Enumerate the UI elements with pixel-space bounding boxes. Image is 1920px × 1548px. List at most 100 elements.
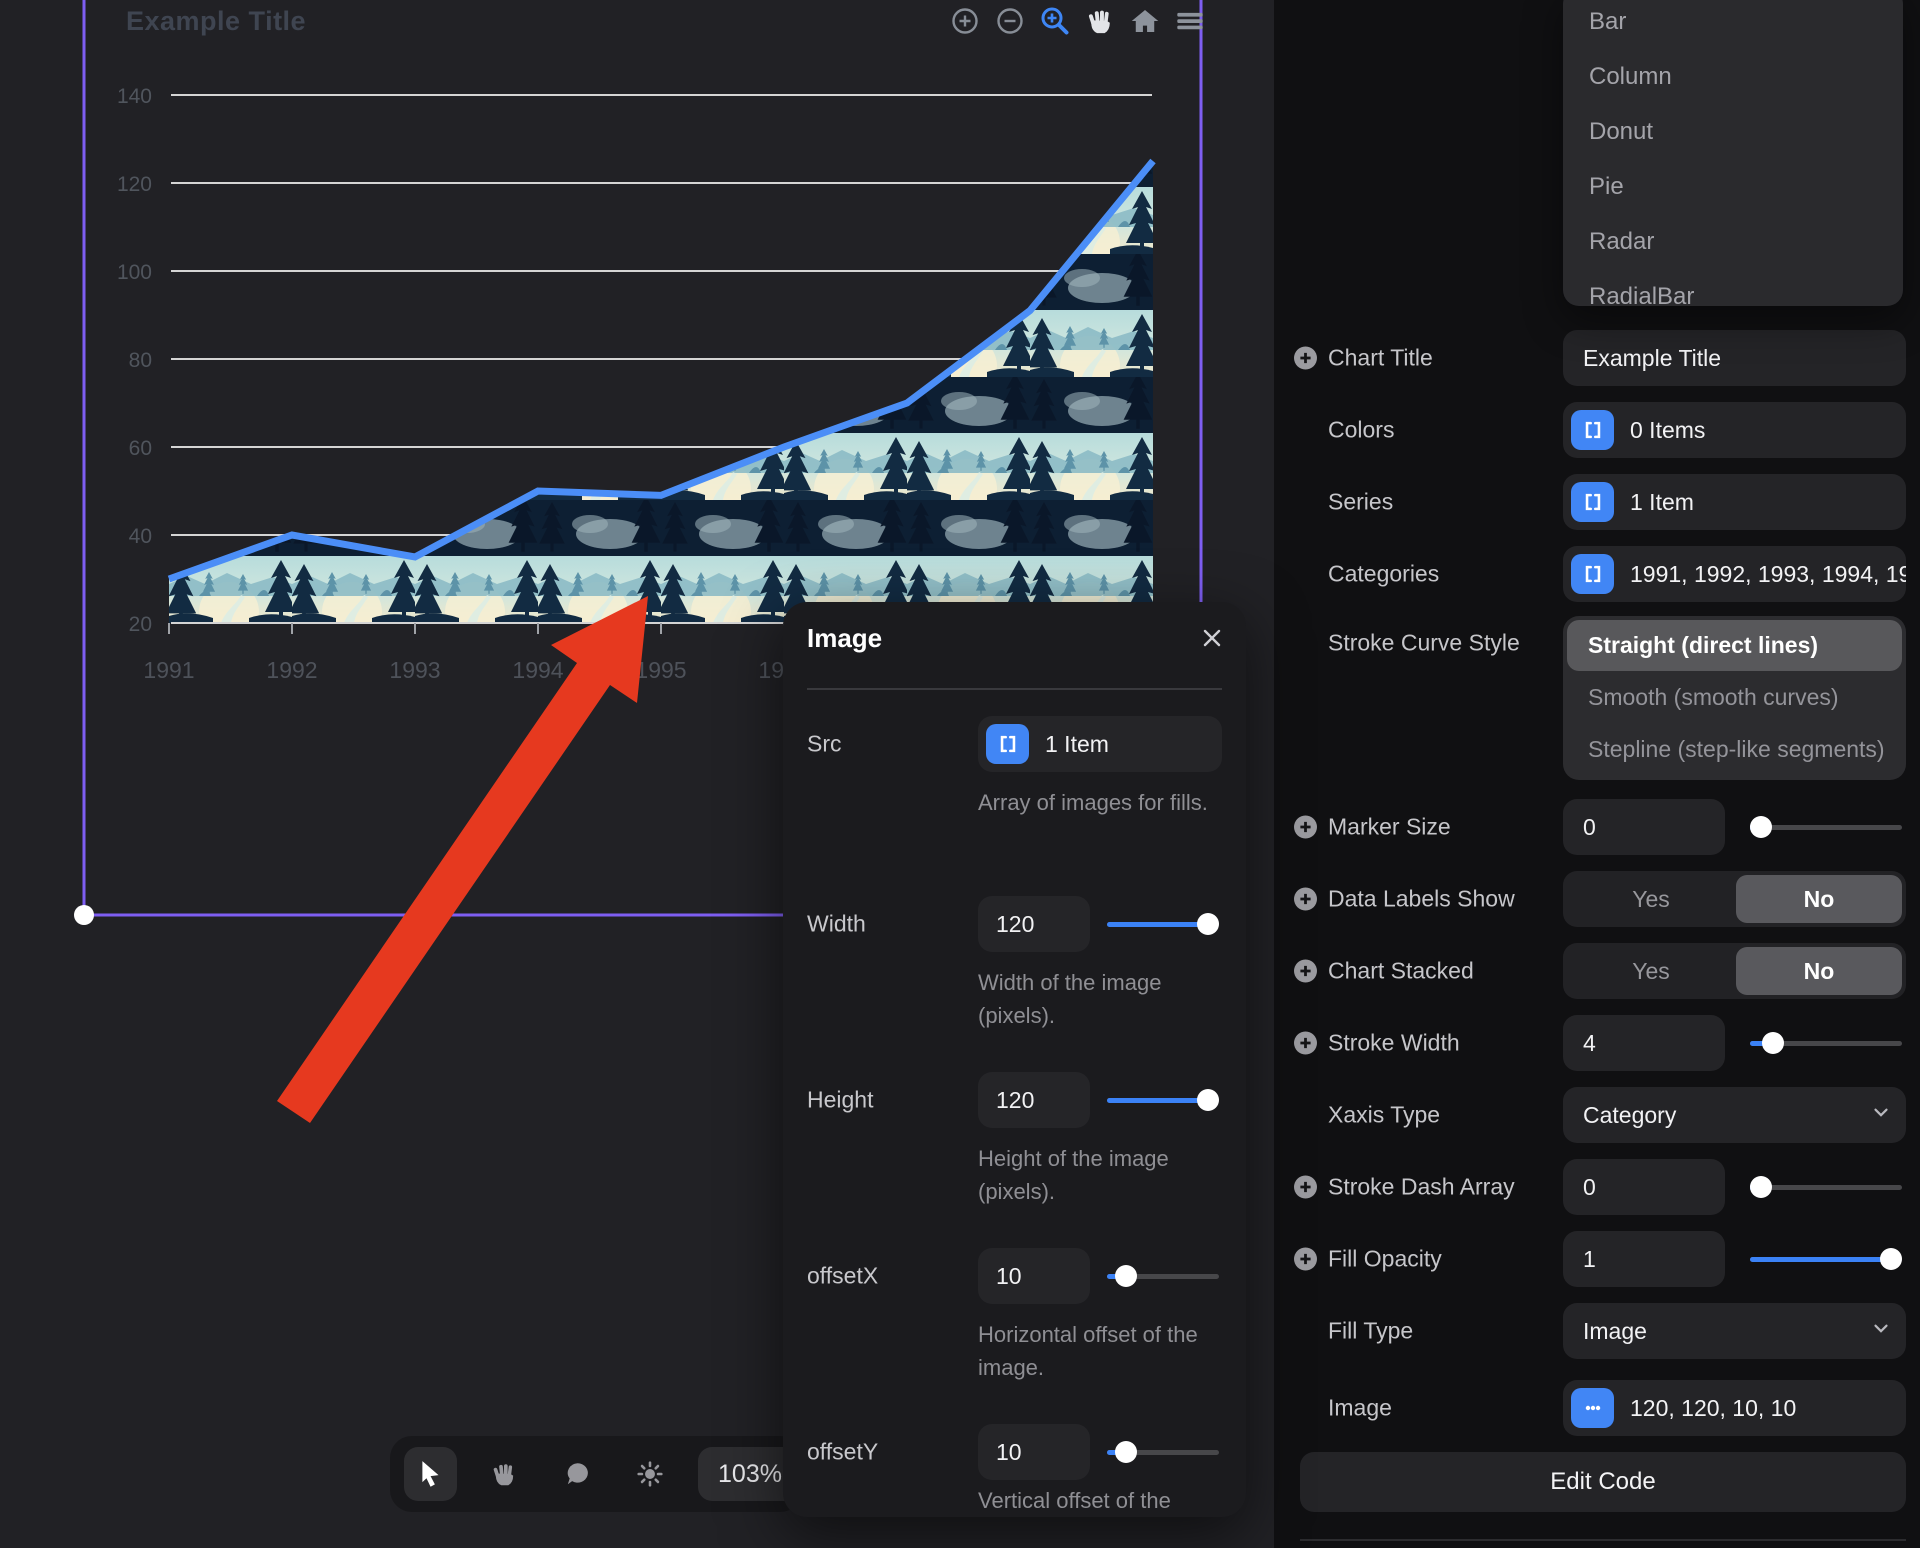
src-label: Src [807, 731, 842, 758]
data-labels-show-toggle: Yes No [1563, 871, 1906, 927]
reset-home-icon[interactable] [1128, 4, 1162, 38]
marker-size-input[interactable]: 0 [1563, 799, 1725, 855]
height-description: Height of the image (pixels). [978, 1142, 1228, 1208]
add-circle-icon[interactable] [1294, 347, 1317, 370]
red-arrow-annotation [277, 596, 648, 1123]
toggle-no-selected[interactable]: No [1736, 947, 1902, 995]
dropdown-item-pie[interactable]: Pie [1563, 159, 1903, 214]
offsety-description: Vertical offset of the [978, 1484, 1228, 1517]
svg-text:60: 60 [129, 437, 152, 460]
curve-option-straight[interactable]: Straight (direct lines) [1567, 620, 1902, 671]
dropdown-item-bar[interactable]: Bar [1563, 0, 1903, 49]
src-array-button[interactable]: 1 Item [978, 716, 1222, 772]
brightness-tool-button[interactable] [623, 1447, 676, 1501]
menu-icon[interactable] [1173, 4, 1207, 38]
dropdown-item-radialbar[interactable]: RadialBar [1563, 269, 1903, 324]
fill-type-value: Image [1583, 1318, 1647, 1345]
image-object-button[interactable]: 120, 120, 10, 10 [1563, 1380, 1906, 1436]
series-area-image-fill [169, 161, 1153, 623]
chart-title-value: Example Title [1563, 345, 1721, 372]
cursor-tool-button[interactable] [404, 1447, 457, 1501]
svg-text:1995: 1995 [635, 657, 686, 683]
fill-opacity-label: Fill Opacity [1328, 1246, 1442, 1273]
data-labels-show-label: Data Labels Show [1328, 886, 1515, 913]
stroke-dash-array-input[interactable]: 0 [1563, 1159, 1725, 1215]
app-stage: 14012010080604020 1991199219931994199519… [0, 0, 1920, 1548]
row-data-labels-show: Data Labels Show Yes No [1274, 871, 1920, 927]
toggle-yes[interactable]: Yes [1563, 943, 1739, 999]
add-circle-icon[interactable] [1294, 1176, 1317, 1199]
ellipsis-icon [1571, 1388, 1614, 1428]
zoom-out-circle-icon[interactable] [993, 4, 1027, 38]
height-input[interactable]: 120 [978, 1072, 1090, 1128]
fill-type-select[interactable]: Image [1563, 1303, 1906, 1359]
selection-zoom-icon[interactable] [1038, 4, 1072, 38]
dropdown-item-radar[interactable]: Radar [1563, 214, 1903, 269]
offsety-slider[interactable] [1107, 1441, 1219, 1463]
series-array-button[interactable]: 1 Item [1563, 474, 1906, 530]
svg-text:120: 120 [117, 173, 152, 196]
colors-array-button[interactable]: 0 Items [1563, 402, 1906, 458]
offsety-label: offsetY [807, 1439, 878, 1466]
width-label: Width [807, 911, 866, 938]
fill-opacity-input[interactable]: 1 [1563, 1231, 1725, 1287]
comment-tool-button[interactable] [550, 1447, 603, 1501]
height-label: Height [807, 1087, 873, 1114]
comment-icon [563, 1460, 591, 1488]
categories-value: 1991, 1992, 1993, 1994, 1995 [1614, 561, 1906, 588]
offsetx-input[interactable]: 10 [978, 1248, 1090, 1304]
categories-array-button[interactable]: 1991, 1992, 1993, 1994, 1995 [1563, 546, 1906, 602]
series-label: Series [1328, 489, 1393, 516]
row-stroke-dash-array: Stroke Dash Array 0 [1274, 1159, 1920, 1215]
modal-title: Image [807, 623, 882, 654]
stroke-curve-style-listbox: Straight (direct lines) Smooth (smooth c… [1563, 616, 1906, 780]
toggle-yes[interactable]: Yes [1563, 871, 1739, 927]
height-slider[interactable] [1107, 1089, 1219, 1111]
toggle-no-selected[interactable]: No [1736, 875, 1902, 923]
curve-option-stepline[interactable]: Stepline (step-like segments) [1567, 723, 1902, 775]
xaxis-type-value: Category [1583, 1102, 1676, 1129]
image-label: Image [1328, 1395, 1392, 1422]
xaxis-type-select[interactable]: Category [1563, 1087, 1906, 1143]
svg-text:40: 40 [129, 525, 152, 548]
curve-option-smooth[interactable]: Smooth (smooth curves) [1567, 671, 1902, 723]
add-circle-icon[interactable] [1294, 816, 1317, 839]
marker-size-slider[interactable] [1750, 816, 1902, 838]
fill-type-label: Fill Type [1328, 1318, 1413, 1345]
chart-stacked-toggle: Yes No [1563, 943, 1906, 999]
add-circle-icon[interactable] [1294, 1248, 1317, 1271]
stroke-curve-style-label: Stroke Curve Style [1328, 630, 1520, 657]
offsety-input[interactable]: 10 [978, 1424, 1090, 1480]
offsetx-slider[interactable] [1107, 1265, 1219, 1287]
zoom-in-circle-icon[interactable] [948, 4, 982, 38]
colors-value: 0 Items [1614, 417, 1705, 444]
width-slider[interactable] [1107, 913, 1219, 935]
dropdown-item-donut[interactable]: Donut [1563, 104, 1903, 159]
svg-text:140: 140 [117, 85, 152, 108]
add-circle-icon[interactable] [1294, 1032, 1317, 1055]
chart-title-input[interactable]: Example Title [1563, 330, 1906, 386]
chart-title: Example Title [126, 6, 306, 37]
selection-resize-handle[interactable] [74, 905, 94, 925]
pan-hand-icon[interactable] [1083, 4, 1117, 38]
dropdown-item-column[interactable]: Column [1563, 49, 1903, 104]
colors-label: Colors [1328, 417, 1394, 444]
edit-code-button[interactable]: Edit Code [1300, 1452, 1906, 1512]
stroke-dash-array-label: Stroke Dash Array [1328, 1174, 1515, 1201]
stroke-width-slider[interactable] [1750, 1032, 1902, 1054]
row-marker-size: Marker Size 0 [1274, 799, 1920, 855]
hand-tool-button[interactable] [477, 1447, 530, 1501]
width-description: Width of the image (pixels). [978, 966, 1228, 1032]
svg-text:100: 100 [117, 261, 152, 284]
add-circle-icon[interactable] [1294, 888, 1317, 911]
stroke-dash-array-slider[interactable] [1750, 1176, 1902, 1198]
row-fill-opacity: Fill Opacity 1 [1274, 1231, 1920, 1287]
add-circle-icon[interactable] [1294, 960, 1317, 983]
svg-text:1994: 1994 [512, 657, 563, 683]
chevron-down-icon [1870, 1317, 1892, 1345]
close-icon[interactable] [1198, 624, 1226, 652]
stroke-width-input[interactable]: 4 [1563, 1015, 1725, 1071]
fill-opacity-slider[interactable] [1750, 1248, 1902, 1270]
array-icon [1571, 410, 1614, 450]
width-input[interactable]: 120 [978, 896, 1090, 952]
